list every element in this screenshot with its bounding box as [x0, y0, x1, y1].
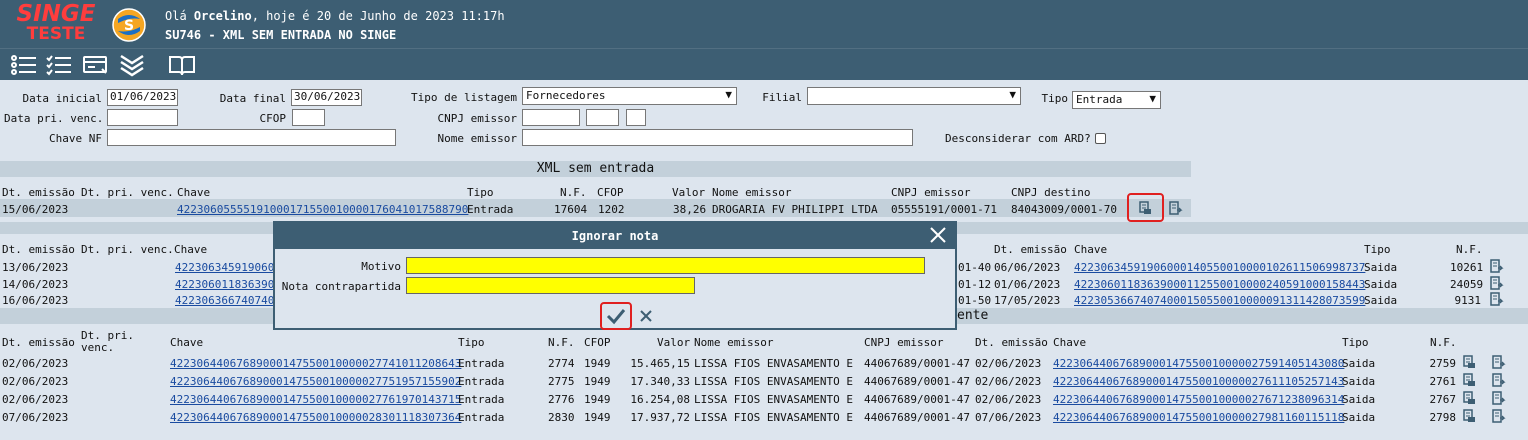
- app-header: SINGE TESTE S Olá Orcelino, hoje é 20 de…: [0, 0, 1528, 48]
- chave-link[interactable]: 4223060118363900011255001000024059100015…: [1074, 278, 1365, 291]
- cnpj-emissor-part2-input[interactable]: [586, 109, 619, 126]
- tipo-select[interactable]: Entrada ▼: [1072, 91, 1161, 109]
- export-note-icon[interactable]: [1492, 391, 1506, 405]
- chave-link[interactable]: 4223063459190600: [175, 261, 281, 274]
- svg-text:S: S: [124, 18, 134, 34]
- chave-link[interactable]: 4223064406768900014755001000002774101120…: [170, 357, 461, 370]
- cancel-x-icon[interactable]: [639, 309, 653, 323]
- ignorar-nota-dialog: Ignorar nota Motivo Nota contrapartida: [273, 221, 957, 330]
- filial-select[interactable]: ▼: [807, 87, 1021, 105]
- export-note-icon[interactable]: [1169, 201, 1183, 215]
- chave-link[interactable]: 4223064406768900014755001000002761110525…: [1053, 375, 1344, 388]
- singe-logo: SINGE TESTE: [16, 1, 96, 44]
- ignore-note-icon[interactable]: [1462, 409, 1476, 423]
- singe-emblem-icon: S: [112, 8, 146, 42]
- card-icon[interactable]: [82, 53, 110, 77]
- page-title: SU746 - XML SEM ENTRADA NO SINGE: [165, 28, 397, 42]
- confirm-check-icon[interactable]: [606, 307, 626, 325]
- desconsiderar-checkbox[interactable]: [1095, 133, 1106, 144]
- nota-contrapartida-input[interactable]: [406, 277, 695, 294]
- chave-link[interactable]: 4223060118363900: [175, 278, 281, 291]
- toolbar: [0, 48, 1528, 80]
- data-inicial-input[interactable]: 01/06/2023: [107, 89, 178, 106]
- chave-link[interactable]: 4223063667407400: [175, 294, 281, 307]
- cnpj-emissor-part1-input[interactable]: [522, 109, 580, 126]
- ignore-note-icon[interactable]: [1462, 391, 1476, 405]
- section-xml-sem-entrada-header: XML sem entrada: [0, 161, 1191, 177]
- chave-link[interactable]: 4223064406768900014755001000002767123809…: [1053, 393, 1344, 406]
- cnpj-emissor-part3-input[interactable]: [626, 109, 646, 126]
- export-note-icon[interactable]: [1490, 276, 1504, 290]
- export-note-icon[interactable]: [1492, 373, 1506, 387]
- motivo-input[interactable]: [406, 257, 925, 274]
- book-icon[interactable]: [168, 53, 196, 77]
- chave-link[interactable]: 4223063459190600014055001000010261150699…: [1074, 261, 1365, 274]
- chave-link[interactable]: 4223064406768900014755001000002776197014…: [170, 393, 461, 406]
- user-name: Orcelino: [193, 9, 252, 23]
- ignore-note-icon[interactable]: [1138, 201, 1152, 215]
- chevron-down-icon: ▼: [1009, 88, 1016, 101]
- chave-link[interactable]: 4223064406768900014755001000002830111830…: [170, 411, 461, 424]
- ignore-note-icon[interactable]: [1462, 373, 1476, 387]
- chevron-down-icon: ▼: [725, 88, 732, 101]
- export-note-icon[interactable]: [1490, 292, 1504, 306]
- chave-link[interactable]: 4223064406768900014755001000002775195715…: [170, 375, 461, 388]
- chave-link[interactable]: 4223053667407400015055001000009131142807…: [1074, 294, 1365, 307]
- greeting: Olá Orcelino, hoje é 20 de Junho de 2023…: [165, 9, 505, 23]
- chave-link[interactable]: 4223064406768900014755001000002759140514…: [1053, 357, 1344, 370]
- ignore-note-icon[interactable]: [1462, 355, 1476, 369]
- tipo-listagem-select[interactable]: Fornecedores ▼: [522, 87, 737, 105]
- nome-emissor-input[interactable]: [522, 129, 913, 146]
- cfop-input[interactable]: [292, 109, 325, 126]
- chave-link[interactable]: 4223064406768900014755001000002798116011…: [1053, 411, 1344, 424]
- chevrons-down-icon[interactable]: [118, 53, 146, 77]
- export-note-icon[interactable]: [1492, 409, 1506, 423]
- chave-nf-input[interactable]: [107, 129, 396, 146]
- close-icon[interactable]: [929, 226, 947, 244]
- data-pri-venc-input[interactable]: [107, 109, 178, 126]
- list-icon[interactable]: [10, 53, 38, 77]
- export-note-icon[interactable]: [1492, 355, 1506, 369]
- checklist-icon[interactable]: [45, 53, 73, 77]
- chevron-down-icon: ▼: [1149, 92, 1156, 105]
- export-note-icon[interactable]: [1490, 259, 1504, 273]
- data-final-input[interactable]: 30/06/2023: [291, 89, 362, 106]
- chave-link[interactable]: 4223060555519100017155001000017604101758…: [177, 203, 468, 216]
- dialog-title: Ignorar nota: [275, 223, 955, 249]
